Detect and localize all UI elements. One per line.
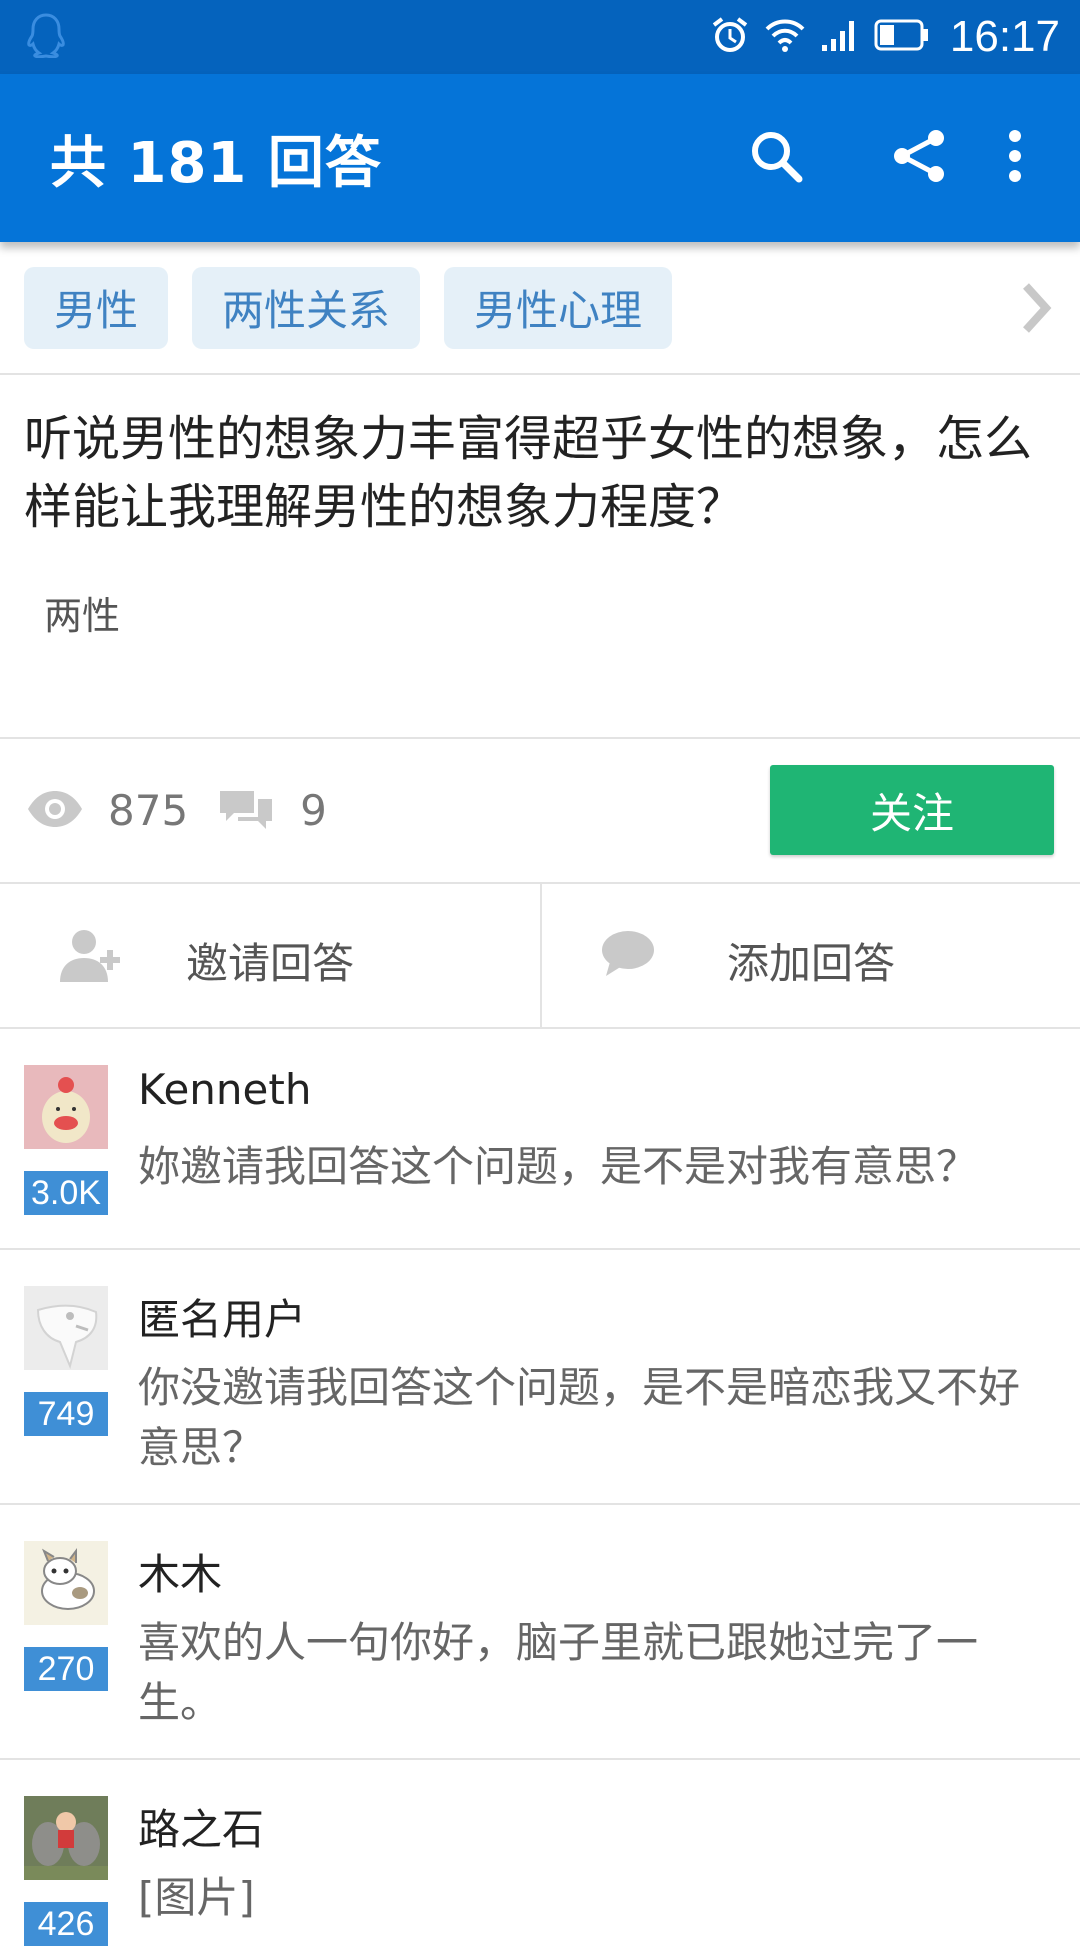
eye-icon — [26, 789, 84, 833]
answer-list: 3.0K Kenneth 妳邀请我回答这个问题，是不是对我有意思？ 749 匿名… — [0, 1029, 1080, 1960]
invite-answer-button[interactable]: 邀请回答 — [0, 884, 540, 1027]
alarm-icon — [710, 15, 750, 59]
wifi-icon — [764, 17, 806, 57]
answer-author: 路之石 — [138, 1805, 265, 1854]
avatar[interactable] — [24, 1286, 108, 1370]
view-count: 875 — [108, 786, 189, 835]
score-badge: 749 — [24, 1392, 108, 1436]
answer-item[interactable]: 426 路之石 [图片] — [0, 1760, 1080, 1960]
tag-chip[interactable]: 两性关系 — [192, 266, 421, 349]
add-answer-button[interactable]: 添加回答 — [540, 884, 1080, 1027]
question-block: 听说男性的想象力丰富得超乎女性的想象，怎么样能让我理解男性的想象力程度？ 两性 — [0, 375, 1080, 739]
answer-item[interactable]: 3.0K Kenneth 妳邀请我回答这个问题，是不是对我有意思？ — [0, 1029, 1080, 1250]
invite-answer-label: 邀请回答 — [185, 939, 354, 988]
answer-author: 木木 — [138, 1550, 223, 1599]
avatar[interactable] — [24, 1541, 108, 1625]
question-title: 听说男性的想象力丰富得超乎女性的想象，怎么样能让我理解男性的想象力程度？ — [24, 411, 1033, 535]
more-vert-icon — [1008, 128, 1022, 188]
answer-excerpt: [图片] — [138, 1873, 255, 1922]
comment-count[interactable]: 9 — [300, 786, 327, 835]
answer-author: Kenneth — [138, 1065, 312, 1114]
tag-chip[interactable]: 男性心理 — [444, 266, 673, 349]
answer-excerpt: 妳邀请我回答这个问题，是不是对我有意思？ — [138, 1142, 979, 1191]
clock: 16:17 — [949, 12, 1060, 61]
avatar[interactable] — [24, 1065, 108, 1149]
question-topic[interactable]: 两性 — [44, 585, 120, 640]
share-button[interactable] — [880, 118, 960, 198]
page-title: 共 181 回答 — [50, 130, 382, 196]
search-button[interactable] — [736, 118, 816, 198]
answer-author: 匿名用户 — [138, 1295, 307, 1344]
question-stats: 875 9 关注 — [0, 739, 1080, 884]
score-badge: 270 — [24, 1647, 108, 1691]
more-options-button[interactable] — [990, 118, 1040, 198]
answer-actions: 邀请回答 添加回答 — [0, 884, 1080, 1029]
answer-excerpt: 喜欢的人一句你好，脑子里就已跟她过完了一生。 — [138, 1618, 979, 1727]
score-badge: 426 — [24, 1902, 108, 1946]
tag-chip[interactable]: 男性 — [24, 266, 169, 349]
answer-excerpt: 你没邀请我回答这个问题，是不是暗恋我又不好意思？ — [138, 1363, 1021, 1472]
topic-tags: 男性 两性关系 男性心理 — [0, 242, 1080, 375]
app-bar: 共 181 回答 — [0, 74, 1080, 242]
status-bar: 16:17 — [0, 0, 1080, 74]
qq-notification-icon — [26, 12, 66, 62]
search-icon — [748, 128, 804, 188]
answer-item[interactable]: 749 匿名用户 你没邀请我回答这个问题，是不是暗恋我又不好意思？ — [0, 1250, 1080, 1505]
chevron-right-icon — [1018, 283, 1054, 340]
signal-icon — [820, 17, 860, 57]
score-badge: 3.0K — [24, 1171, 108, 1215]
share-icon — [890, 126, 950, 190]
avatar[interactable] — [24, 1796, 108, 1880]
tags-more-button[interactable] — [1018, 280, 1054, 340]
answer-item[interactable]: 270 木木 喜欢的人一句你好，脑子里就已跟她过完了一生。 — [0, 1505, 1080, 1760]
comment-icon — [216, 787, 276, 835]
battery-icon — [874, 18, 930, 56]
add-answer-label: 添加回答 — [726, 939, 895, 988]
follow-button[interactable]: 关注 — [770, 765, 1054, 855]
